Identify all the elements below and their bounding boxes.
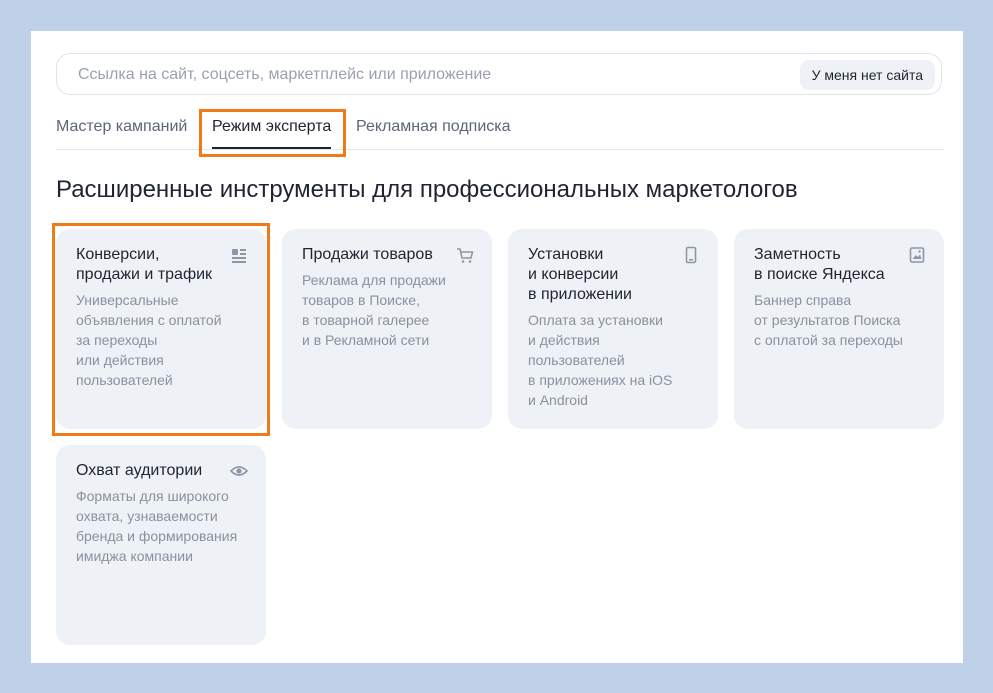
- list-icon: [232, 249, 246, 263]
- tab-campaign-master[interactable]: Мастер кампаний: [56, 109, 187, 149]
- cart-icon: [457, 248, 474, 263]
- card-title: Конверсии, продажи и трафик: [76, 246, 213, 283]
- card-yandex-search-visibility[interactable]: Заметность в поиске Яндекса Баннер справ…: [734, 229, 944, 429]
- page-heading: Расширенные инструменты для профессионал…: [56, 176, 798, 203]
- card-title: Заметность в поиске Яндекса: [754, 246, 885, 283]
- card-description: Форматы для широкого охвата, узнаваемост…: [76, 488, 238, 564]
- card-title: Продажи товаров: [302, 246, 433, 263]
- card-description: Оплата за установки и действия пользоват…: [528, 312, 673, 408]
- site-link-search: У меня нет сайта: [56, 53, 942, 96]
- mode-tabs: Мастер кампаний Режим эксперта Рекламная…: [56, 109, 944, 150]
- card-product-sales[interactable]: Продажи товаров Реклама для продажи това…: [282, 229, 492, 429]
- tab-label: Рекламная подписка: [356, 118, 511, 135]
- card-description: Реклама для продажи товаров в Поиске, в …: [302, 272, 446, 348]
- card-description: Универсальные объявления с оплатой за пе…: [76, 292, 222, 388]
- site-link-input[interactable]: [76, 54, 780, 96]
- tab-label: Режим эксперта: [212, 118, 332, 135]
- card-conversions-sales-traffic[interactable]: Конверсии, продажи и трафик Универсальны…: [56, 229, 266, 429]
- tab-expert-mode[interactable]: Режим эксперта: [212, 109, 332, 149]
- phone-icon: [685, 246, 697, 264]
- image-icon: [909, 247, 925, 263]
- tab-ad-subscription[interactable]: Рекламная подписка: [356, 109, 511, 149]
- no-site-button[interactable]: У меня нет сайта: [799, 60, 935, 90]
- card-title: Охват аудитории: [76, 462, 203, 479]
- card-audience-reach[interactable]: Охват аудитории Форматы для широкого охв…: [56, 445, 266, 645]
- card-description: Баннер справа от результатов Поиска с оп…: [754, 292, 903, 348]
- active-tab-underline: [212, 147, 332, 149]
- tab-label: Мастер кампаний: [56, 118, 188, 135]
- card-title: Установки и конверсии в приложении: [528, 246, 632, 303]
- campaign-type-panel: У меня нет сайта Мастер кампаний Режим э…: [31, 31, 963, 663]
- eye-icon: [230, 466, 248, 476]
- card-app-installs[interactable]: Установки и конверсии в приложении Оплат…: [508, 229, 718, 429]
